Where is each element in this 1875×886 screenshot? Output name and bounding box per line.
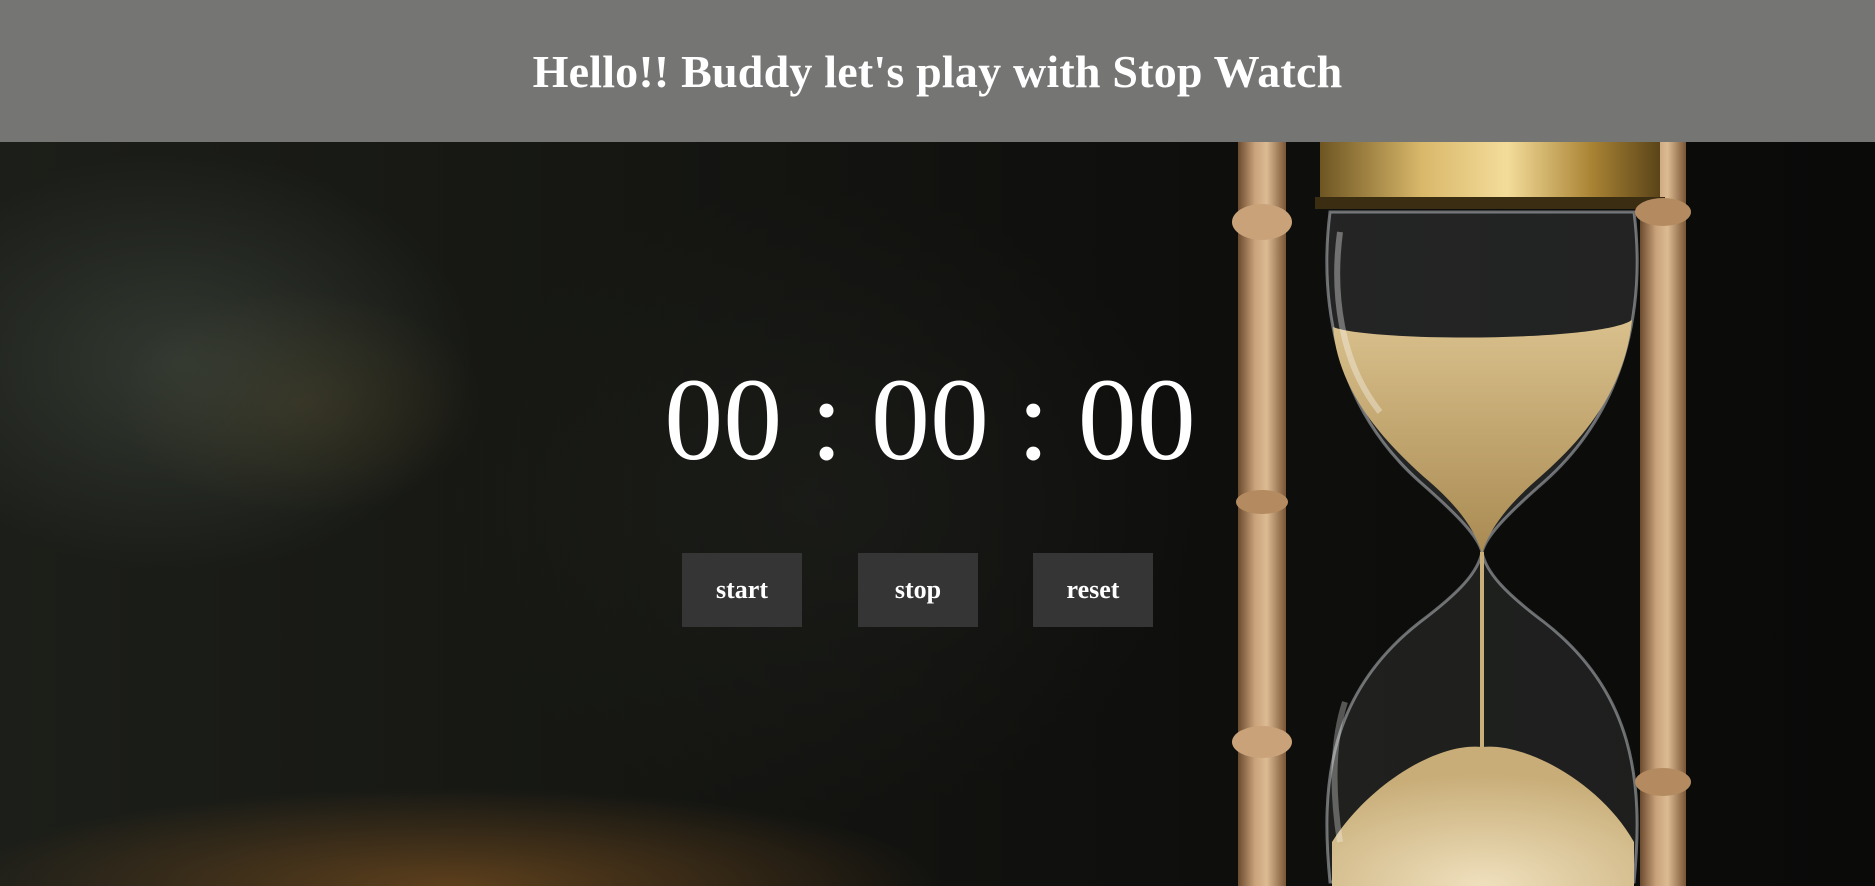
- background-image: [0, 142, 1875, 886]
- minutes-value: 00: [871, 354, 989, 485]
- header-bar: Hello!! Buddy let's play with Stop Watch: [0, 0, 1875, 142]
- page-title: Hello!! Buddy let's play with Stop Watch: [532, 45, 1343, 97]
- hours-value: 00: [664, 354, 783, 485]
- stop-button[interactable]: stop: [858, 553, 978, 627]
- start-button[interactable]: start: [682, 553, 802, 627]
- stopwatch-page: Hello!! Buddy let's play with Stop Watch: [0, 0, 1875, 886]
- stopwatch-display: 00 : 00 : 00: [655, 355, 1205, 485]
- time-separator: :: [1017, 354, 1050, 485]
- seconds-value: 00: [1077, 354, 1196, 485]
- time-separator: :: [810, 354, 843, 485]
- reset-button[interactable]: reset: [1033, 553, 1153, 627]
- hourglass-image: [1232, 142, 1691, 886]
